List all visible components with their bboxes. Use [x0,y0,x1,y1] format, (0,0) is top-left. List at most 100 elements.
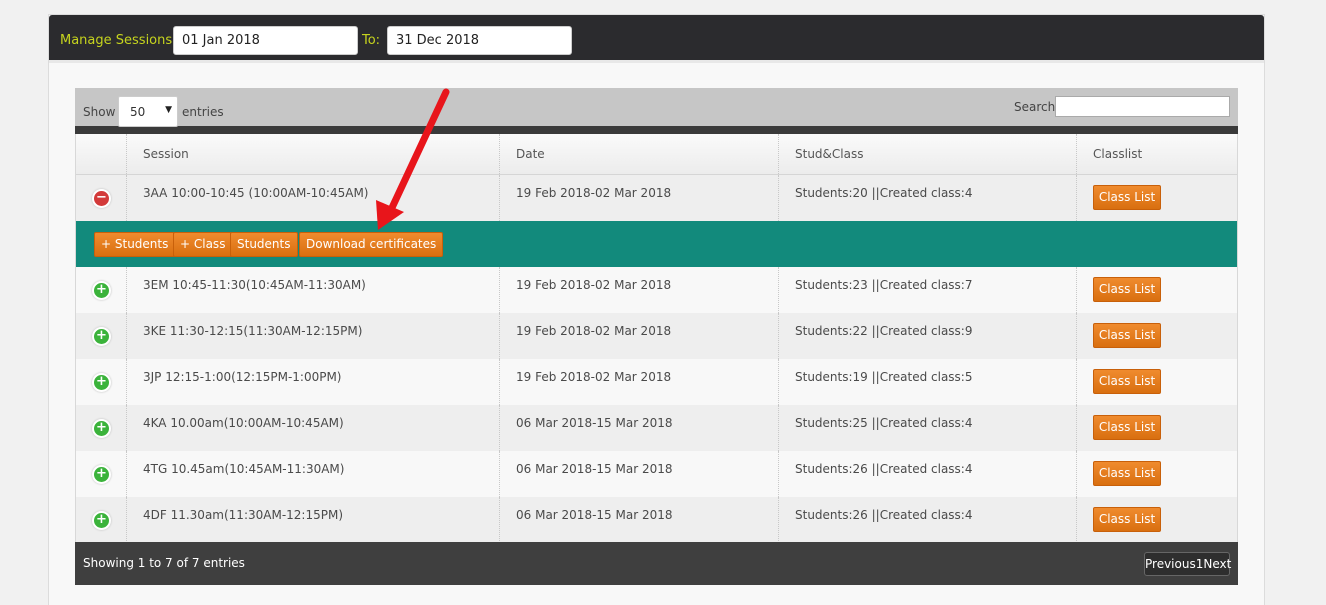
toggle-cell: + [76,267,126,313]
header-toggle-cell [76,134,126,174]
caret-down-icon: ▼ [165,105,172,115]
plus-circle-icon[interactable]: + [94,283,109,298]
entries-select[interactable]: 50 ▼ [118,96,178,127]
from-date-input[interactable] [173,26,358,55]
plus-circle-icon[interactable]: + [94,467,109,482]
classlist-cell: Class List [1076,267,1239,313]
header-classlist[interactable]: Classlist [1076,134,1239,174]
plus-circle-icon[interactable]: + [94,329,109,344]
classlist-cell: Class List [1076,359,1239,405]
session-cell: 3AA 10:00-10:45 (10:00AM-10:45AM) [126,175,499,221]
classlist-cell: Class List [1076,405,1239,451]
session-date: 19 Feb 2018-02 Mar 2018 [516,370,672,384]
date-cell: 19 Feb 2018-02 Mar 2018 [499,175,778,221]
sessions-panel: Manage Sessions: To: Show 50 ▼ entries S… [48,14,1265,605]
date-cell: 19 Feb 2018-02 Mar 2018 [499,267,778,313]
date-cell: 19 Feb 2018-02 Mar 2018 [499,359,778,405]
table-footer: Showing 1 to 7 of 7 entries Previous1Nex… [75,542,1238,585]
plus-circle-icon[interactable]: + [94,375,109,390]
session-name: 3EM 10:45-11:30(10:45AM-11:30AM) [143,278,366,292]
session-name: 4KA 10.00am(10:00AM-10:45AM) [143,416,344,430]
header-session-label: Session [143,147,189,161]
stud-class-text: Students:19 ||Created class:5 [795,370,973,384]
pagination[interactable]: Previous1Next [1144,552,1231,576]
search-label: Search: [1014,100,1060,114]
classlist-cell: Class List [1076,313,1239,359]
entries-info: Showing 1 to 7 of 7 entries [83,556,245,570]
table-row: + 4KA 10.00am(10:00AM-10:45AM) 06 Mar 20… [76,405,1237,451]
header-stud-class[interactable]: Stud&Class [778,134,1076,174]
class-list-button[interactable]: Class List [1093,323,1161,348]
table-row: + 3EM 10:45-11:30(10:45AM-11:30AM) 19 Fe… [76,267,1237,313]
classlist-cell: Class List [1076,175,1239,221]
session-date: 19 Feb 2018-02 Mar 2018 [516,186,672,200]
stud-class-cell: Students:23 ||Created class:7 [778,267,1076,313]
toggle-cell: + [76,313,126,359]
manage-sessions-bar: Manage Sessions: To: [49,15,1264,63]
toggle-cell: + [76,497,126,543]
stud-class-cell: Students:26 ||Created class:4 [778,451,1076,497]
toggle-cell: + [76,359,126,405]
date-cell: 06 Mar 2018-15 Mar 2018 [499,451,778,497]
to-label: To: [362,33,381,48]
table-row: + 3JP 12:15-1:00(12:15PM-1:00PM) 19 Feb … [76,359,1237,405]
session-name: 4TG 10.45am(10:45AM-11:30AM) [143,462,345,476]
header-date[interactable]: Date [499,134,778,174]
session-date: 06 Mar 2018-15 Mar 2018 [516,416,673,430]
stud-class-text: Students:26 ||Created class:4 [795,462,973,476]
entries-value: 50 [130,105,146,119]
toggle-cell: − [76,175,126,221]
stud-class-text: Students:25 ||Created class:4 [795,416,973,430]
date-cell: 19 Feb 2018-02 Mar 2018 [499,313,778,359]
stud-class-cell: Students:22 ||Created class:9 [778,313,1076,359]
header-classlist-label: Classlist [1093,147,1143,161]
stud-class-cell: Students:25 ||Created class:4 [778,405,1076,451]
stud-class-cell: Students:26 ||Created class:4 [778,497,1076,543]
plus-circle-icon[interactable]: + [94,421,109,436]
table-row: + 4TG 10.45am(10:45AM-11:30AM) 06 Mar 20… [76,451,1237,497]
date-cell: 06 Mar 2018-15 Mar 2018 [499,497,778,543]
stud-class-cell: Students:19 ||Created class:5 [778,359,1076,405]
add-class-button[interactable]: + Class [173,232,233,257]
students-button[interactable]: Students [230,232,298,257]
session-date: 19 Feb 2018-02 Mar 2018 [516,278,672,292]
stud-class-text: Students:23 ||Created class:7 [795,278,973,292]
stud-class-cell: Students:20 ||Created class:4 [778,175,1076,221]
plus-circle-icon[interactable]: + [94,513,109,528]
class-list-button[interactable]: Class List [1093,185,1161,210]
class-list-button[interactable]: Class List [1093,415,1161,440]
minus-circle-icon[interactable]: − [94,191,109,206]
class-list-button[interactable]: Class List [1093,369,1161,394]
session-cell: 3KE 11:30-12:15(11:30AM-12:15PM) [126,313,499,359]
session-actions-row: + Students + Class Students Download cer… [76,221,1237,267]
search-input[interactable] [1055,96,1230,117]
manage-sessions-label: Manage Sessions: [60,33,177,48]
class-list-button[interactable]: Class List [1093,507,1161,532]
show-label: Show [83,105,116,119]
download-certificates-button[interactable]: Download certificates [299,232,444,257]
table-row: + 4DF 11.30am(11:30AM-12:15PM) 06 Mar 20… [76,497,1237,543]
add-students-button[interactable]: + Students [94,232,176,257]
stud-class-text: Students:26 ||Created class:4 [795,508,973,522]
class-list-button[interactable]: Class List [1093,277,1161,302]
header-session[interactable]: Session [126,134,499,174]
session-name: 3AA 10:00-10:45 (10:00AM-10:45AM) [143,186,369,200]
session-cell: 4KA 10.00am(10:00AM-10:45AM) [126,405,499,451]
session-cell: 4DF 11.30am(11:30AM-12:15PM) [126,497,499,543]
table-row: + 3KE 11:30-12:15(11:30AM-12:15PM) 19 Fe… [76,313,1237,359]
class-list-button[interactable]: Class List [1093,461,1161,486]
classlist-cell: Class List [1076,451,1239,497]
to-date-input[interactable] [387,26,572,55]
stud-class-text: Students:20 ||Created class:4 [795,186,973,200]
session-name: 3JP 12:15-1:00(12:15PM-1:00PM) [143,370,342,384]
session-name: 4DF 11.30am(11:30AM-12:15PM) [143,508,343,522]
sessions-table: Session Date Stud&Class Classlist − 3AA … [75,134,1238,543]
session-cell: 3EM 10:45-11:30(10:45AM-11:30AM) [126,267,499,313]
date-cell: 06 Mar 2018-15 Mar 2018 [499,405,778,451]
classlist-cell: Class List [1076,497,1239,543]
table-header-row: Session Date Stud&Class Classlist [76,134,1237,175]
header-stud-class-label: Stud&Class [795,147,864,161]
session-date: 06 Mar 2018-15 Mar 2018 [516,462,673,476]
table-row: − 3AA 10:00-10:45 (10:00AM-10:45AM) 19 F… [76,175,1237,221]
session-cell: 3JP 12:15-1:00(12:15PM-1:00PM) [126,359,499,405]
